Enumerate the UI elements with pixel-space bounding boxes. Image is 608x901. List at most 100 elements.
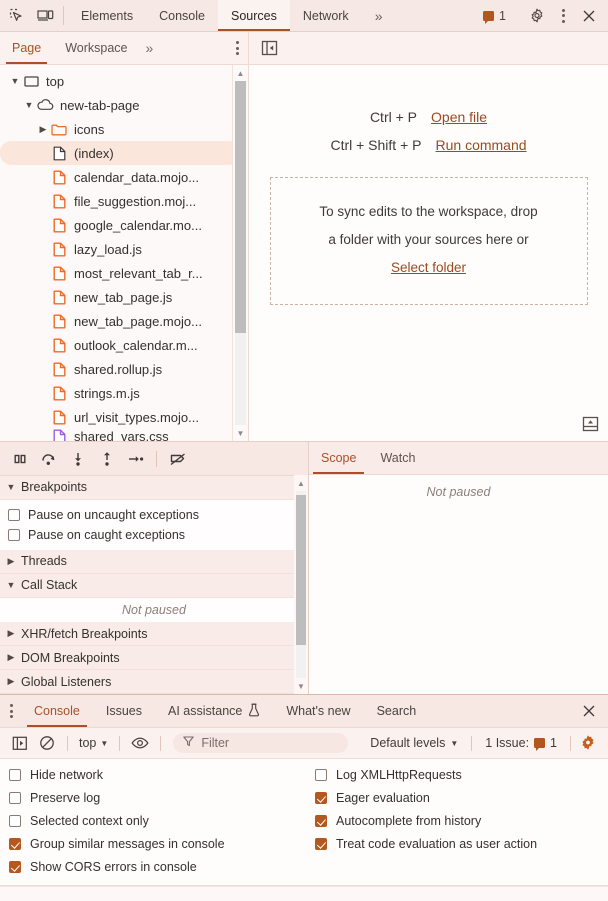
setting-preserve-log[interactable]: Preserve log: [9, 791, 306, 805]
checkbox[interactable]: [8, 528, 20, 541]
section-global-listeners[interactable]: ▶ Global Listeners: [0, 670, 308, 695]
tree-item-lazy-load[interactable]: lazy_load.js: [0, 237, 248, 261]
workspace-dropzone[interactable]: To sync edits to the workspace, drop a f…: [269, 177, 588, 305]
checkbox[interactable]: [315, 838, 327, 850]
setting-treat-code-evaluation[interactable]: Treat code evaluation as user action: [315, 837, 608, 851]
step-over-icon[interactable]: [35, 447, 62, 471]
more-panels-icon[interactable]: »: [362, 0, 396, 31]
drawer-tab-console[interactable]: Console: [21, 695, 93, 727]
device-toolbar-icon[interactable]: [34, 5, 56, 27]
step-out-icon[interactable]: [93, 447, 120, 471]
tree-item-new-tab-page-js[interactable]: new_tab_page.js: [0, 285, 248, 309]
checkbox[interactable]: [9, 861, 21, 873]
close-icon[interactable]: [577, 4, 601, 28]
console-prompt-area[interactable]: [0, 886, 608, 901]
console-issues-link[interactable]: 1 Issue: 1: [477, 736, 565, 751]
chevron-down-icon[interactable]: ▼: [22, 100, 36, 110]
gear-icon[interactable]: [525, 4, 549, 28]
tree-item-icons[interactable]: ▶ icons: [0, 117, 248, 141]
chevron-down-icon[interactable]: ▼: [8, 76, 22, 86]
scroll-up-arrow-icon[interactable]: ▲: [233, 65, 248, 81]
section-xhr-breakpoints[interactable]: ▶ XHR/fetch Breakpoints: [0, 622, 308, 647]
console-settings-gear-icon[interactable]: [576, 732, 600, 754]
tab-console[interactable]: Console: [146, 0, 218, 31]
pause-script-execution-icon[interactable]: [6, 447, 33, 471]
tree-item-calendar-data[interactable]: calendar_data.mojo...: [0, 165, 248, 189]
section-breakpoints[interactable]: ▼ Breakpoints: [0, 476, 308, 500]
run-command-link[interactable]: Run command: [436, 137, 527, 153]
tree-item-strings[interactable]: strings.m.js: [0, 381, 248, 405]
live-expression-icon[interactable]: [128, 732, 152, 754]
setting-hide-network[interactable]: Hide network: [9, 768, 306, 782]
navigator-scrollbar[interactable]: ▲ ▼: [232, 65, 248, 441]
log-levels-selector[interactable]: Default levels ▼: [362, 736, 466, 750]
debugger-scrollbar[interactable]: ▲ ▼: [294, 475, 308, 694]
console-sidebar-icon[interactable]: [8, 732, 32, 754]
setting-eager-evaluation[interactable]: Eager evaluation: [315, 791, 608, 805]
drawer-close-icon[interactable]: [570, 695, 608, 727]
section-call-stack[interactable]: ▼ Call Stack: [0, 573, 308, 598]
tree-item-top[interactable]: ▼ top: [0, 69, 248, 93]
deactivate-breakpoints-icon[interactable]: [164, 447, 191, 471]
checkbox[interactable]: [8, 508, 20, 521]
tab-watch[interactable]: Watch: [368, 442, 427, 474]
scrollbar-thumb[interactable]: [235, 81, 246, 333]
tree-item-new-tab-page[interactable]: ▼ new-tab-page: [0, 93, 248, 117]
tree-item-index[interactable]: (index): [0, 141, 240, 165]
scroll-up-arrow-icon[interactable]: ▲: [294, 475, 308, 491]
console-filter[interactable]: Filter: [173, 733, 349, 753]
open-file-link[interactable]: Open file: [431, 109, 487, 125]
setting-log-xmlhttprequests[interactable]: Log XMLHttpRequests: [315, 768, 608, 782]
checkbox[interactable]: [315, 792, 327, 804]
checkbox[interactable]: [9, 769, 21, 781]
scrollbar-thumb[interactable]: [296, 495, 306, 645]
section-dom-breakpoints[interactable]: ▶ DOM Breakpoints: [0, 646, 308, 671]
show-navigator-icon[interactable]: [259, 39, 280, 58]
checkbox[interactable]: [9, 838, 21, 850]
tree-item-new-tab-page-mojo[interactable]: new_tab_page.mojo...: [0, 309, 248, 333]
inspect-element-icon[interactable]: [6, 5, 28, 27]
tree-item-file-suggestion[interactable]: file_suggestion.moj...: [0, 189, 248, 213]
checkbox[interactable]: [9, 792, 21, 804]
clear-console-icon[interactable]: [35, 732, 59, 754]
tree-item-shared-vars-css[interactable]: shared_vars.css: [0, 429, 248, 441]
setting-autocomplete-from-history[interactable]: Autocomplete from history: [315, 814, 608, 828]
setting-group-similar-messages[interactable]: Group similar messages in console: [9, 837, 306, 851]
tree-item-google-calendar[interactable]: google_calendar.mo...: [0, 213, 248, 237]
option-pause-caught[interactable]: Pause on caught exceptions: [0, 524, 308, 545]
filter-input-placeholder[interactable]: Filter: [201, 736, 229, 750]
drawer-tab-ai-assistance[interactable]: AI assistance: [155, 695, 273, 727]
more-options-icon[interactable]: [551, 4, 575, 28]
section-threads[interactable]: ▶ Threads: [0, 549, 308, 574]
step-into-icon[interactable]: [64, 447, 91, 471]
tree-item-most-relevant-tab[interactable]: most_relevant_tab_r...: [0, 261, 248, 285]
select-folder-link[interactable]: Select folder: [391, 260, 466, 275]
tree-item-url-visit-types[interactable]: url_visit_types.mojo...: [0, 405, 248, 429]
tree-item-shared-rollup[interactable]: shared.rollup.js: [0, 357, 248, 381]
tab-scope[interactable]: Scope: [309, 442, 368, 474]
toggle-drawer-icon[interactable]: [579, 413, 601, 435]
navigator-more-tabs-icon[interactable]: »: [140, 32, 160, 64]
option-pause-uncaught[interactable]: Pause on uncaught exceptions: [0, 504, 308, 525]
checkbox[interactable]: [315, 769, 327, 781]
setting-selected-context-only[interactable]: Selected context only: [9, 814, 306, 828]
drawer-tab-issues[interactable]: Issues: [93, 695, 155, 727]
issues-counter[interactable]: 1: [477, 9, 512, 24]
scroll-down-arrow-icon[interactable]: ▼: [294, 678, 308, 694]
drawer-tab-search[interactable]: Search: [364, 695, 430, 727]
checkbox[interactable]: [315, 815, 327, 827]
setting-show-cors-errors[interactable]: Show CORS errors in console: [9, 860, 306, 874]
chevron-right-icon[interactable]: ▶: [36, 124, 50, 135]
drawer-more-options-icon[interactable]: [0, 695, 21, 727]
execution-context-selector[interactable]: top ▼: [76, 736, 111, 750]
tab-network[interactable]: Network: [290, 0, 362, 31]
tree-item-outlook-calendar[interactable]: outlook_calendar.m...: [0, 333, 248, 357]
tab-sources[interactable]: Sources: [217, 0, 290, 31]
drawer-tab-whats-new[interactable]: What's new: [273, 695, 363, 727]
navigator-tab-page[interactable]: Page: [0, 32, 53, 64]
navigator-tab-workspace[interactable]: Workspace: [53, 32, 139, 64]
navigator-more-options-icon[interactable]: [227, 32, 248, 64]
tab-elements[interactable]: Elements: [68, 0, 146, 31]
checkbox[interactable]: [9, 815, 21, 827]
scroll-down-arrow-icon[interactable]: ▼: [233, 425, 248, 441]
